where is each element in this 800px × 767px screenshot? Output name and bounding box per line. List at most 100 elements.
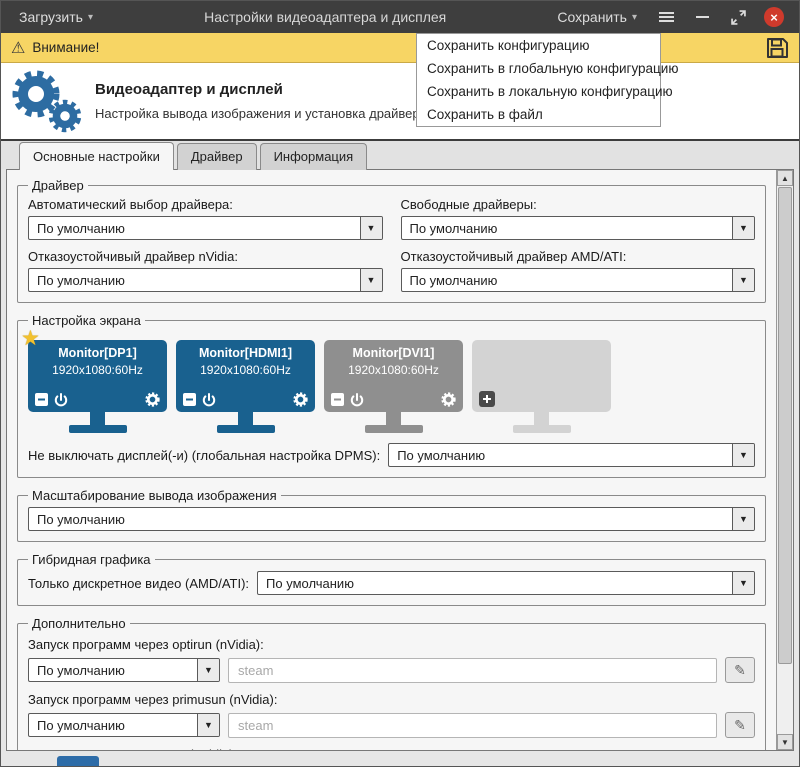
scroll-up-button[interactable]: ▲ — [777, 170, 793, 186]
power-icon[interactable] — [202, 393, 216, 407]
select-scaling[interactable]: По умолчанию ▼ — [28, 507, 755, 531]
gear-icon[interactable] — [145, 392, 160, 407]
vertical-scrollbar[interactable]: ▲ ▼ — [776, 170, 793, 750]
minus-icon[interactable] — [183, 393, 196, 406]
select-value: По умолчанию — [258, 576, 732, 591]
maximize-button[interactable] — [723, 5, 753, 29]
group-driver-legend: Драйвер — [28, 178, 88, 193]
group-driver: Драйвер Автоматический выбор драйвера: П… — [17, 178, 766, 303]
select-discrete-video[interactable]: По умолчанию ▼ — [257, 571, 755, 595]
chevron-down-icon: ▼ — [360, 269, 382, 291]
minus-icon[interactable] — [331, 393, 344, 406]
titlebar: Загрузить ▾ Настройки видеоадаптера и ди… — [1, 1, 799, 33]
group-scaling: Масштабирование вывода изображения По ум… — [17, 488, 766, 542]
tearing-label: Исправить разрыв кадров (nVidia): — [28, 747, 237, 750]
tab-main-settings[interactable]: Основные настройки — [19, 142, 174, 170]
scrollbar-track[interactable] — [777, 186, 793, 734]
chevron-down-icon: ▼ — [197, 714, 219, 736]
monitor-dp1[interactable]: ★ Monitor[DP1] 1920x1080:60Hz — [28, 340, 167, 433]
chevron-down-icon: ▼ — [732, 572, 754, 594]
gear-icon[interactable] — [441, 392, 456, 407]
select-optirun[interactable]: По умолчанию ▼ — [28, 658, 220, 682]
partially-visible-button[interactable] — [57, 756, 99, 766]
tab-driver[interactable]: Драйвер — [177, 143, 257, 170]
monitor-name: Monitor[DP1] — [35, 346, 160, 360]
monitor-name: Monitor[HDMI1] — [183, 346, 308, 360]
chevron-down-icon: ▼ — [360, 217, 382, 239]
dpms-label: Не выключать дисплей(-и) (глобальная нас… — [28, 448, 380, 463]
select-failsafe-amd[interactable]: По умолчанию ▼ — [401, 268, 756, 292]
power-icon[interactable] — [350, 393, 364, 407]
hamburger-icon — [659, 10, 674, 24]
load-menu-button[interactable]: Загрузить ▾ — [11, 9, 101, 25]
field-label-auto-driver: Автоматический выбор драйвера: — [28, 197, 383, 212]
menu-item-save-config[interactable]: Сохранить конфигурацию — [417, 34, 660, 57]
select-value: По умолчанию — [29, 663, 197, 678]
chevron-down-icon: ▼ — [197, 659, 219, 681]
select-value: По умолчанию — [389, 448, 732, 463]
monitor-name: Monitor[DVI1] — [331, 346, 456, 360]
select-free-drivers[interactable]: По умолчанию ▼ — [401, 216, 756, 240]
group-scaling-legend: Масштабирование вывода изображения — [28, 488, 281, 503]
select-value: По умолчанию — [29, 221, 360, 236]
bottom-strip — [1, 751, 799, 766]
menu-item-save-global-config[interactable]: Сохранить в глобальную конфигурацию — [417, 57, 660, 80]
save-menu-button[interactable]: Сохранить ▾ — [549, 9, 645, 25]
menu-item-save-to-file[interactable]: Сохранить в файл — [417, 103, 660, 126]
warning-icon: ⚠ — [11, 38, 25, 58]
menu-item-save-local-config[interactable]: Сохранить в локальную конфигурацию — [417, 80, 660, 103]
select-value: По умолчанию — [29, 512, 732, 527]
minimize-icon — [696, 16, 709, 18]
monitor-mode: 1920x1080:60Hz — [331, 363, 456, 377]
select-primusun[interactable]: По умолчанию ▼ — [28, 713, 220, 737]
field-label-failsafe-nvidia: Отказоустойчивый драйвер nVidia: — [28, 249, 383, 264]
minus-icon[interactable] — [35, 393, 48, 406]
close-button[interactable]: × — [759, 5, 789, 29]
optirun-label: Запуск программ через optirun (nVidia): — [28, 637, 264, 652]
select-failsafe-nvidia[interactable]: По умолчанию ▼ — [28, 268, 383, 292]
field-label-failsafe-amd: Отказоустойчивый драйвер AMD/ATI: — [401, 249, 756, 264]
monitor-mode: 1920x1080:60Hz — [183, 363, 308, 377]
field-label-free-drivers: Свободные драйверы: — [401, 197, 756, 212]
select-auto-driver[interactable]: По умолчанию ▼ — [28, 216, 383, 240]
scroll-down-button[interactable]: ▼ — [777, 734, 793, 750]
save-menu-label: Сохранить — [557, 9, 627, 25]
pencil-icon: ✎ — [734, 717, 746, 734]
power-icon[interactable] — [54, 393, 68, 407]
star-icon: ★ — [21, 328, 40, 349]
save-icon[interactable] — [765, 36, 789, 60]
group-screen: Настройка экрана ★ Monitor[DP1] 1920x108… — [17, 313, 766, 478]
gear-icon[interactable] — [293, 392, 308, 407]
expand-icon — [731, 10, 746, 25]
select-dpms[interactable]: По умолчанию ▼ — [388, 443, 755, 467]
tab-information[interactable]: Информация — [260, 143, 368, 170]
warning-bar: ⚠ Внимание! — [1, 33, 799, 63]
pencil-icon: ✎ — [734, 662, 746, 679]
select-value: По умолчанию — [402, 221, 733, 236]
optirun-edit-button[interactable]: ✎ — [725, 657, 755, 683]
plus-icon[interactable] — [479, 391, 495, 407]
tab-bar: Основные настройки Драйвер Информация — [1, 141, 799, 169]
window-title: Настройки видеоадаптера и дисплея — [101, 9, 549, 25]
minimize-button[interactable] — [687, 5, 717, 29]
gears-icon — [9, 68, 83, 134]
primusun-apps-input[interactable] — [228, 713, 717, 738]
main-menu-button[interactable] — [651, 5, 681, 29]
monitor-dvi1[interactable]: Monitor[DVI1] 1920x1080:60Hz — [324, 340, 463, 433]
group-screen-legend: Настройка экрана — [28, 313, 145, 328]
load-menu-label: Загрузить — [19, 9, 83, 25]
optirun-apps-input[interactable] — [228, 658, 717, 683]
close-icon: × — [764, 7, 784, 27]
chevron-down-icon: ▾ — [632, 12, 637, 23]
primusun-label: Запуск программ через primusun (nVidia): — [28, 692, 277, 707]
arrow-down-icon: ▼ — [781, 738, 789, 747]
hybrid-label: Только дискретное видео (AMD/ATI): — [28, 576, 249, 591]
primusun-edit-button[interactable]: ✎ — [725, 712, 755, 738]
chevron-down-icon: ▾ — [88, 12, 93, 23]
monitor-hdmi1[interactable]: Monitor[HDMI1] 1920x1080:60Hz — [176, 340, 315, 433]
monitor-empty-slot[interactable] — [472, 340, 611, 433]
group-extra-legend: Дополнительно — [28, 616, 130, 631]
chevron-down-icon: ▼ — [732, 217, 754, 239]
chevron-down-icon: ▼ — [732, 508, 754, 530]
scrollbar-thumb[interactable] — [778, 187, 792, 664]
